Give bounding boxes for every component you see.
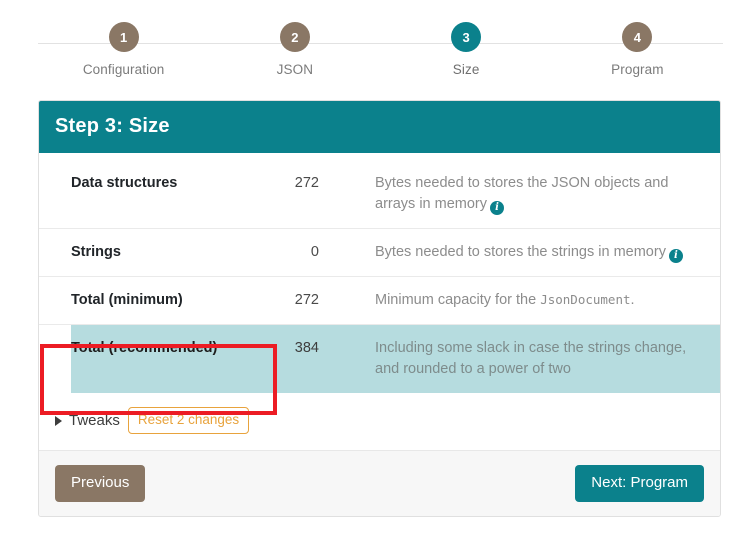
stepper-step-3-label: Size <box>452 62 480 77</box>
row-gap <box>327 153 367 229</box>
row-value: 0 <box>259 228 327 277</box>
jsondocument-code: JsonDocument <box>540 292 631 308</box>
row-value: 384 <box>259 324 327 394</box>
row-description-suffix: . <box>630 292 635 309</box>
row-description: Including some slack in case the strings… <box>367 324 720 394</box>
size-summary-table: Data structures 272 Bytes needed to stor… <box>39 153 720 394</box>
table-row-recommended: Total (recommended) 384 Including some s… <box>39 324 720 394</box>
row-gap <box>327 228 367 277</box>
row-spacer <box>39 228 71 277</box>
table-row: Total (minimum) 272 Minimum capacity for… <box>39 276 720 325</box>
row-label: Data structures <box>71 175 178 191</box>
stepper-step-2-badge[interactable]: 2 <box>279 22 310 52</box>
card-title: Step 3: Size <box>39 101 720 153</box>
row-label: Total (recommended) <box>71 324 259 394</box>
card-body: Data structures 272 Bytes needed to stor… <box>39 153 720 450</box>
previous-button[interactable]: Previous <box>55 465 146 503</box>
info-icon[interactable]: i <box>668 249 683 264</box>
stepper-step-1-label: Configuration <box>82 62 165 77</box>
stepper-step-2-label: JSON <box>276 62 314 77</box>
card-footer: Previous Next: Program <box>39 450 720 517</box>
row-spacer <box>39 153 71 229</box>
step-card: Step 3: Size Data structures 272 Bytes n… <box>38 100 721 518</box>
table-row: Strings 0 Bytes needed to stores the str… <box>39 228 720 277</box>
row-description-text: Bytes needed to stores the JSON objects … <box>375 175 669 213</box>
reset-changes-button[interactable]: Reset 2 changes <box>127 407 250 435</box>
tweaks-label: Tweaks <box>69 412 120 430</box>
wizard-stepper: 1 Configuration 2 JSON 3 Size 4 Program <box>38 22 723 92</box>
stepper-step-program[interactable]: 4 Program <box>562 22 712 77</box>
row-gap <box>327 324 367 394</box>
tweaks-toggle[interactable]: Tweaks <box>55 412 120 429</box>
stepper-step-4-badge[interactable]: 4 <box>622 22 653 52</box>
row-description-text: Minimum capacity for the <box>375 292 541 309</box>
row-label: Strings <box>71 228 259 277</box>
stepper-step-1-badge[interactable]: 1 <box>108 22 139 52</box>
next-button[interactable]: Next: Program <box>575 465 704 503</box>
info-icon[interactable]: i <box>490 201 504 216</box>
chevron-right-icon <box>55 415 62 426</box>
stepper-step-size[interactable]: 3 Size <box>391 22 541 77</box>
row-value: 272 <box>259 276 327 325</box>
row-description-text: Including some slack in case the strings… <box>375 340 687 378</box>
row-spacer <box>39 324 71 394</box>
stepper-step-4-label: Program <box>611 62 664 77</box>
stepper-steps: 1 Configuration 2 JSON 3 Size 4 Program <box>38 22 723 77</box>
stepper-step-3-badge[interactable]: 3 <box>451 22 482 52</box>
stepper-step-configuration[interactable]: 1 Configuration <box>49 22 199 77</box>
row-description: Bytes needed to stores the strings in me… <box>367 228 720 277</box>
row-label: Total (minimum) <box>71 276 259 325</box>
row-value: 272 <box>294 175 319 191</box>
stepper-step-json[interactable]: 2 JSON <box>220 22 370 77</box>
row-description: Minimum capacity for the JsonDocument. <box>367 276 720 325</box>
row-gap <box>327 276 367 325</box>
row-description-text: Bytes needed to stores the strings in me… <box>375 244 666 261</box>
table-row: Data structures 272 Bytes needed to stor… <box>39 153 720 229</box>
row-description: Bytes needed to stores the JSON objects … <box>367 153 720 229</box>
row-spacer <box>39 276 71 325</box>
tweaks-bar: Tweaks Reset 2 changes <box>39 393 720 450</box>
